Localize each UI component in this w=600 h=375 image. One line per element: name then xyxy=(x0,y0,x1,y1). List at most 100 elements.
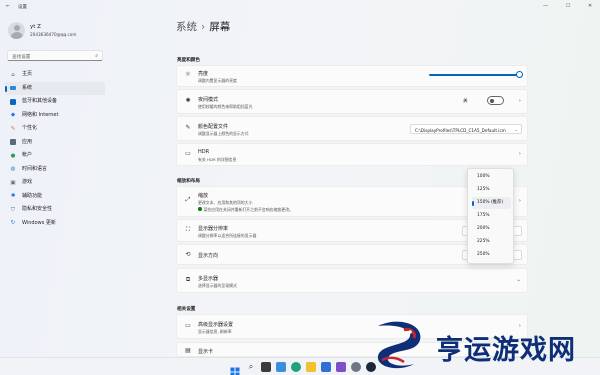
color-profile-value: C:\DisplayProfiles\TPLCD_C1A5_Default.ic… xyxy=(415,127,506,133)
scale-option-selected[interactable]: 150% (推荐) xyxy=(472,197,511,209)
hdr-title: HDR xyxy=(198,149,210,155)
watermark-text: 亨运游戏网 xyxy=(436,335,576,366)
brightness-slider-thumb[interactable] xyxy=(516,71,523,78)
multi-display-title: 多显示器 xyxy=(198,276,219,282)
sidebar-item-label: 辅助功能 xyxy=(22,192,43,199)
sidebar-item-label: 隐私和安全性 xyxy=(22,206,53,212)
search-input[interactable]: 查找设置 ⌕ xyxy=(7,50,103,61)
orientation-icon: ⟲ xyxy=(185,251,191,258)
sidebar-item-label: 主页 xyxy=(22,71,33,77)
sidebar-item-personalization[interactable]: ✎ 个性化 xyxy=(5,122,105,136)
bluetooth-icon xyxy=(10,98,16,105)
scale-option[interactable]: 250% xyxy=(472,249,511,261)
multi-display-subtitle: 选择显示器的呈现模式 xyxy=(198,283,237,288)
back-arrow-icon[interactable]: ← xyxy=(6,4,10,9)
breadcrumb-parent[interactable]: 系统 xyxy=(176,21,197,33)
scale-icon: ⤢ xyxy=(185,196,191,203)
sidebar-item-label: 应用 xyxy=(22,138,33,145)
sidebar-item-label: 蓝牙和其他设备 xyxy=(22,98,58,104)
color-profile-row: ✎ 颜色配置文件 调整显示器上颜色的显示方式 C:\DisplayProfile… xyxy=(176,116,528,141)
chevron-right-icon: › xyxy=(518,151,521,157)
color-profile-title: 颜色配置文件 xyxy=(198,124,229,130)
night-light-state: 关 xyxy=(463,99,468,104)
sidebar-item-accessibility[interactable]: ✱ 辅助功能 xyxy=(5,190,105,204)
multi-display-row[interactable]: ⧉ 多显示器 选择显示器的呈现模式 ⌄ xyxy=(176,268,528,293)
settings-window: ← 设置 — ☐ ✕ yt Z 2043636470@qq.com 查找设置 ⌕… xyxy=(0,0,600,357)
task-view-icon[interactable] xyxy=(261,361,271,372)
orientation-title: 显示方向 xyxy=(198,253,219,259)
toggle-switch[interactable] xyxy=(487,96,504,105)
sidebar-item-label: 游戏 xyxy=(22,179,33,185)
sidebar-item-network[interactable]: ◆ 网络和 Internet xyxy=(5,109,105,123)
sidebar-item-privacy[interactable]: ⛉ 隐私和安全性 xyxy=(5,203,105,217)
resolution-icon: ⛶ xyxy=(185,226,191,233)
scale-option[interactable]: 225% xyxy=(472,236,511,248)
update-icon: ↻ xyxy=(10,220,16,226)
settings-icon[interactable] xyxy=(351,361,361,372)
hdr-subtitle: 有关 HDR 的详细信息 xyxy=(198,157,237,162)
gamepad-icon: ▣ xyxy=(10,179,16,186)
app-icon[interactable] xyxy=(336,361,346,372)
sidebar-item-home[interactable]: ⌂ 主页 xyxy=(5,68,105,82)
sidebar-item-label: 帐户 xyxy=(22,152,33,158)
breadcrumb-separator: › xyxy=(201,21,206,33)
hdr-row[interactable]: ▭ HDR 有关 HDR 的详细信息 › xyxy=(176,143,528,166)
sidebar-item-label: Windows 更新 xyxy=(22,219,56,226)
page-title: 屏幕 xyxy=(209,21,231,33)
brush-icon: ✎ xyxy=(10,125,16,132)
search-placeholder: 查找设置 xyxy=(12,54,31,60)
brightness-row: ☼ 亮度 调整内置显示器的亮度 xyxy=(176,65,528,87)
section-heading-scale-layout: 缩放和布局 xyxy=(177,179,200,184)
sidebar-item-label: 个性化 xyxy=(22,125,38,131)
sidebar-item-label: 系统 xyxy=(22,84,33,91)
home-icon: ⌂ xyxy=(11,71,15,78)
maximize-icon[interactable]: ☐ xyxy=(566,3,570,9)
sidebar-nav: ⌂ 主页 系统 蓝牙和其他设备 ◆ 网络和 Internet ✎ 个性化 应用 … xyxy=(5,68,105,230)
sidebar-item-system[interactable]: 系统 xyxy=(5,81,105,95)
dragon-logo xyxy=(377,321,421,369)
scale-option[interactable]: 100% xyxy=(472,171,511,183)
color-profile-dropdown[interactable]: C:\DisplayProfiles\TPLCD_C1A5_Default.ic… xyxy=(410,124,522,134)
sidebar-item-time-language[interactable]: ◍ 时间和语言 xyxy=(5,163,105,177)
chevron-down-icon: ⌄ xyxy=(514,127,518,132)
store-icon[interactable] xyxy=(321,361,331,372)
scale-warning: 某些应用在关闭并重新打开之前不会响应缩放更改。 xyxy=(198,207,293,213)
search-icon[interactable]: ⌕ xyxy=(246,362,256,372)
scale-subtitle: 更改文本、应用和其他项的大小 xyxy=(198,199,253,205)
night-light-toggle[interactable]: 关 xyxy=(463,96,509,106)
sidebar-item-windows-update[interactable]: ↻ Windows 更新 xyxy=(5,217,105,231)
sidebar-item-gaming[interactable]: ▣ 游戏 xyxy=(5,176,105,190)
wifi-icon: ◆ xyxy=(10,112,16,118)
brightness-subtitle: 调整内置显示器的亮度 xyxy=(198,78,237,83)
scale-option[interactable]: 125% xyxy=(472,184,511,196)
explorer-icon[interactable] xyxy=(306,361,316,372)
account-icon: ● xyxy=(10,152,16,159)
brightness-slider-track[interactable] xyxy=(429,74,521,76)
sidebar-item-bluetooth[interactable]: 蓝牙和其他设备 xyxy=(5,95,105,109)
title-bar: ← 设置 — ☐ ✕ xyxy=(0,0,600,14)
resolution-title: 显示器分辨率 xyxy=(198,226,229,232)
night-light-row[interactable]: ✺ 夜间模式 使用较暖的颜色来帮助阻挡蓝光 关 › xyxy=(176,89,528,114)
scale-option[interactable]: 175% xyxy=(472,210,511,222)
warning-dot-icon xyxy=(198,207,202,211)
color-profile-subtitle: 调整显示器上颜色的显示方式 xyxy=(198,131,249,136)
sidebar-item-label: 网络和 Internet xyxy=(22,111,59,118)
section-heading-related: 相关设置 xyxy=(177,307,196,312)
night-light-subtitle: 使用较暖的颜色来帮助阻挡蓝光 xyxy=(198,104,253,109)
scale-warning-text: 某些应用在关闭并重新打开之前不会响应缩放更改。 xyxy=(203,206,293,212)
sidebar-item-apps[interactable]: 应用 xyxy=(5,136,105,150)
advanced-display-title: 高级显示器设置 xyxy=(198,322,234,328)
widgets-icon[interactable] xyxy=(276,361,286,372)
scale-option[interactable]: 200% xyxy=(472,223,511,235)
sidebar-item-accounts[interactable]: ● 帐户 xyxy=(5,149,105,163)
close-icon[interactable]: ✕ xyxy=(588,3,592,9)
minimize-icon[interactable]: — xyxy=(543,3,548,9)
brightness-title: 亮度 xyxy=(198,71,209,77)
graphics-title: 显示卡 xyxy=(198,349,214,355)
start-icon[interactable] xyxy=(230,362,240,375)
resolution-subtitle: 调整分辨率以适合所连接的显示器 xyxy=(198,233,257,238)
edge-icon[interactable] xyxy=(291,361,301,372)
chevron-down-icon[interactable]: ⌄ xyxy=(516,277,521,283)
night-light-title: 夜间模式 xyxy=(198,97,219,103)
sun-icon: ☼ xyxy=(185,71,191,78)
